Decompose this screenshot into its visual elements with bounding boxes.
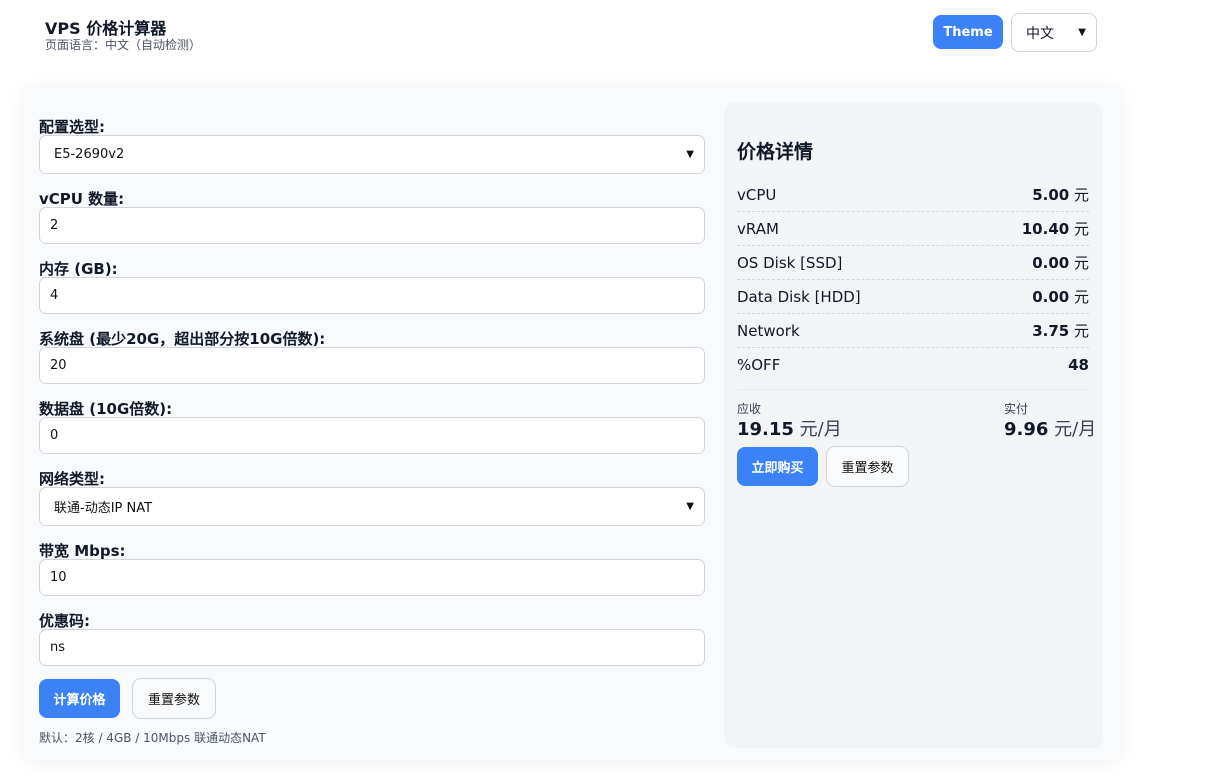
currency-unit: 元: [1073, 186, 1089, 204]
price-row-network: Network 3.75 元: [737, 314, 1089, 348]
price-row-value: 0.00: [1032, 288, 1070, 306]
os-disk-label: 系统盘 (最少20G，超出部分按10G倍数):: [39, 330, 326, 348]
currency-unit: 元: [1073, 288, 1089, 306]
chevron-down-icon: ▼: [686, 501, 694, 512]
language-select-value: 中文: [1026, 25, 1054, 42]
due-value: 19.15: [737, 419, 794, 440]
config-select-value: E5-2690v2: [54, 147, 125, 162]
panel-reset-button[interactable]: 重置参数: [826, 446, 909, 487]
price-row-os-disk: OS Disk [SSD] 0.00 元: [737, 246, 1089, 280]
theme-button[interactable]: Theme: [933, 15, 1003, 49]
network-select[interactable]: 联通-动态IP NAT ▼: [39, 487, 705, 526]
actual-value: 9.96: [1004, 419, 1049, 440]
vcpu-input-value: 2: [50, 218, 59, 233]
due-amount: 19.15 元/月: [737, 415, 842, 441]
price-row-data-disk: Data Disk [HDD] 0.00 元: [737, 280, 1089, 314]
price-row-vcpu: vCPU 5.00 元: [737, 178, 1089, 212]
price-row-value: 10.40: [1021, 220, 1070, 238]
header: VPS 价格计算器 页面语言：中文（自动检测） Theme 中文 ▼: [0, 0, 1206, 70]
network-select-value: 联通-动态IP NAT: [54, 501, 153, 516]
discount-value: 48: [1068, 356, 1089, 374]
chevron-down-icon: ▼: [1078, 27, 1086, 38]
coupon-input-value: ns: [50, 640, 66, 655]
price-row-value: 3.75: [1032, 322, 1070, 340]
divider: [737, 389, 1089, 390]
price-row-discount: %OFF 48: [737, 348, 1089, 382]
bandwidth-input[interactable]: 10: [39, 559, 705, 596]
price-row-label: Data Disk [HDD]: [737, 287, 861, 306]
chevron-down-icon: ▼: [686, 149, 694, 160]
actual-unit: 元/月: [1054, 419, 1097, 440]
network-label: 网络类型:: [39, 470, 105, 488]
price-details-title: 价格详情: [737, 141, 814, 163]
memory-input-value: 4: [50, 288, 59, 303]
page-language-note: 页面语言：中文（自动检测）: [45, 38, 202, 52]
currency-unit: 元: [1073, 322, 1089, 340]
currency-unit: 元: [1073, 220, 1089, 238]
config-label: 配置选型:: [39, 118, 105, 136]
os-disk-input[interactable]: 20: [39, 347, 705, 384]
price-row-label: %OFF: [737, 356, 781, 374]
vcpu-input[interactable]: 2: [39, 207, 705, 244]
coupon-input[interactable]: ns: [39, 629, 705, 666]
os-disk-input-value: 20: [50, 358, 67, 373]
currency-unit: 元: [1073, 254, 1089, 272]
price-row-vram: vRAM 10.40 元: [737, 212, 1089, 246]
price-row-label: vCPU: [737, 185, 777, 204]
price-row-value: 5.00: [1032, 186, 1070, 204]
memory-label: 内存 (GB):: [39, 260, 118, 278]
coupon-label: 优惠码:: [39, 612, 90, 630]
memory-input[interactable]: 4: [39, 277, 705, 314]
price-row-label: vRAM: [737, 219, 779, 238]
due-unit: 元/月: [799, 419, 842, 440]
bandwidth-label: 带宽 Mbps:: [39, 542, 126, 560]
bandwidth-input-value: 10: [50, 570, 67, 585]
vcpu-label: vCPU 数量:: [39, 190, 125, 208]
default-hint: 默认：2核 / 4GB / 10Mbps 联通动态NAT: [39, 731, 266, 745]
buy-now-button[interactable]: 立即购买: [737, 447, 818, 486]
price-row-value: 0.00: [1032, 254, 1070, 272]
calculate-button[interactable]: 计算价格: [39, 679, 120, 718]
data-disk-input[interactable]: 0: [39, 417, 705, 454]
language-select[interactable]: 中文 ▼: [1011, 13, 1097, 52]
price-row-label: OS Disk [SSD]: [737, 253, 843, 272]
reset-button[interactable]: 重置参数: [132, 678, 216, 719]
price-row-label: Network: [737, 321, 800, 340]
actual-amount: 9.96 元/月: [1004, 415, 1096, 441]
data-disk-label: 数据盘 (10G倍数):: [39, 400, 173, 418]
data-disk-input-value: 0: [50, 428, 59, 443]
config-select[interactable]: E5-2690v2 ▼: [39, 135, 705, 174]
